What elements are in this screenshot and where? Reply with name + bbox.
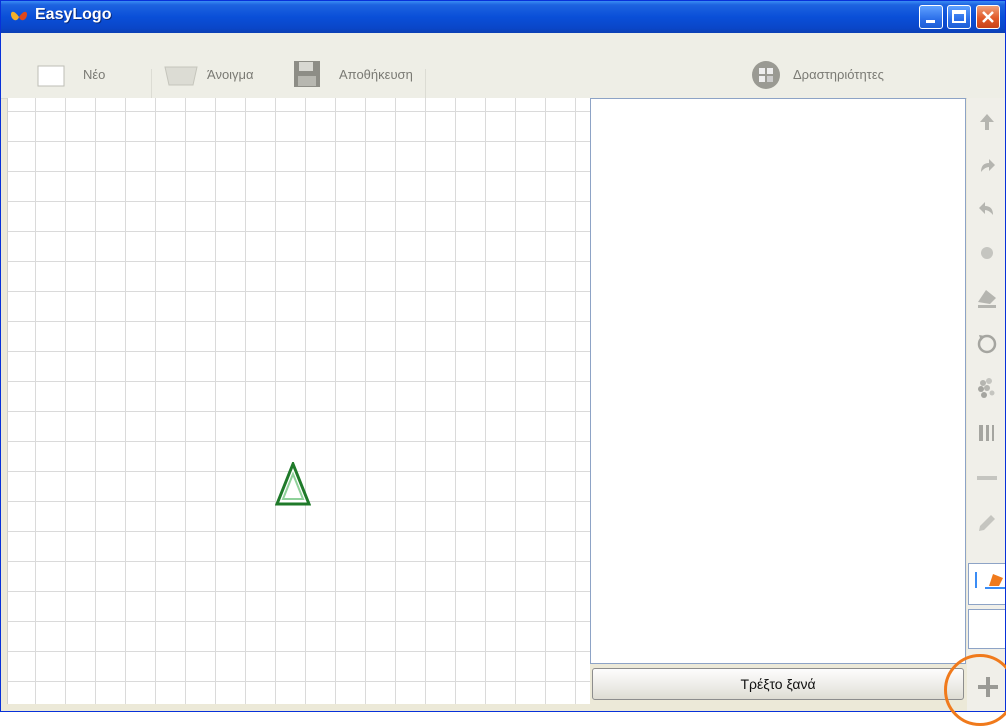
app-window: EasyLogo Νέο Άνοιγμα Αποθήκευση Δραστηρι… bbox=[0, 0, 1006, 712]
rotate-icon bbox=[977, 334, 997, 354]
title-bar[interactable]: EasyLogo bbox=[1, 1, 1005, 33]
repeat-button[interactable] bbox=[967, 368, 1005, 408]
turn-right-icon bbox=[981, 159, 995, 172]
value-input[interactable] bbox=[968, 609, 1005, 649]
forward-arrow-icon bbox=[980, 114, 994, 130]
forward-button[interactable] bbox=[967, 102, 1005, 142]
open-button[interactable]: Άνοιγμα bbox=[157, 33, 289, 98]
run-again-button[interactable]: Τρέξτο ξανά bbox=[592, 668, 964, 700]
close-button[interactable] bbox=[976, 5, 1000, 29]
activities-button[interactable]: Δραστηριότητες bbox=[747, 33, 957, 98]
pen-up-button[interactable] bbox=[967, 278, 1005, 318]
minimize-button[interactable] bbox=[919, 5, 943, 29]
repeat-icon bbox=[978, 378, 995, 398]
rotate-button[interactable] bbox=[967, 323, 1005, 363]
highlight-circle bbox=[944, 654, 1006, 726]
flag-icon bbox=[975, 572, 1005, 589]
flag-button[interactable] bbox=[968, 563, 1005, 605]
floppy-disk-icon bbox=[294, 61, 320, 87]
activities-label: Δραστηριότητες bbox=[793, 67, 884, 82]
maximize-icon bbox=[952, 10, 966, 23]
pen-color-icon bbox=[979, 515, 995, 531]
line-button[interactable] bbox=[967, 458, 1005, 498]
line-icon bbox=[977, 476, 997, 480]
close-icon bbox=[982, 11, 994, 23]
new-label: Νέο bbox=[83, 67, 106, 82]
turtle-icon bbox=[275, 462, 311, 506]
save-button[interactable]: Αποθήκευση bbox=[291, 33, 425, 98]
turn-left-icon bbox=[979, 202, 993, 215]
maximize-button[interactable] bbox=[947, 5, 971, 29]
new-button[interactable]: Νέο bbox=[19, 33, 147, 98]
dot-button[interactable] bbox=[967, 233, 1005, 273]
dot-icon bbox=[981, 247, 993, 259]
save-label: Αποθήκευση bbox=[339, 67, 413, 82]
drawing-canvas[interactable] bbox=[7, 98, 590, 704]
code-editor[interactable] bbox=[590, 98, 966, 664]
butterfly-logo-icon bbox=[10, 11, 28, 21]
turn-right-button[interactable] bbox=[967, 145, 1005, 185]
blank-page-icon bbox=[37, 65, 65, 87]
pen-color-button[interactable] bbox=[967, 503, 1005, 543]
open-folder-icon bbox=[164, 66, 198, 86]
pen-up-icon bbox=[978, 290, 996, 308]
pen-width-button[interactable] bbox=[967, 413, 1005, 453]
toolbar: Νέο Άνοιγμα Αποθήκευση Δραστηριότητες bbox=[1, 33, 1005, 125]
open-label: Άνοιγμα bbox=[207, 67, 254, 82]
window-title: EasyLogo bbox=[35, 6, 112, 23]
turn-left-button[interactable] bbox=[967, 188, 1005, 228]
pen-width-icon bbox=[979, 425, 994, 441]
minimize-icon bbox=[926, 20, 935, 23]
activities-icon bbox=[752, 61, 780, 89]
